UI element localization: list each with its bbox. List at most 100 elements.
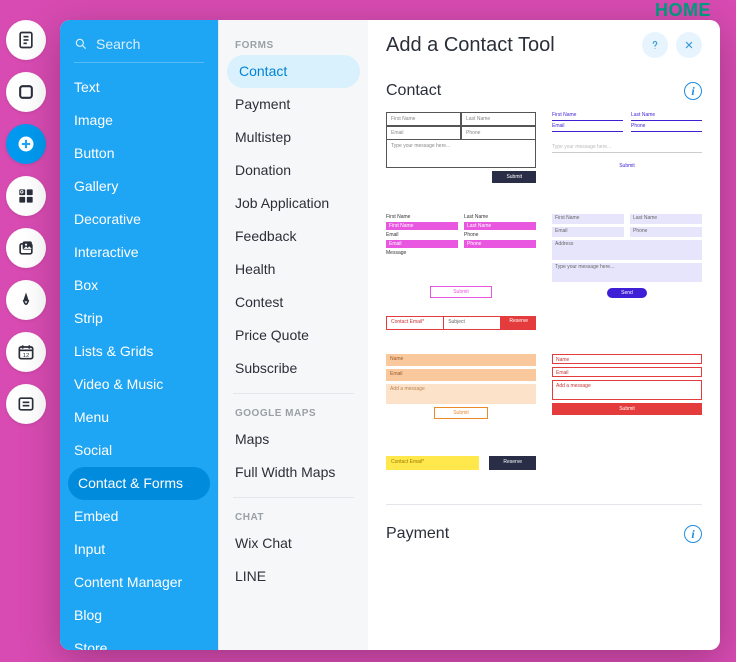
tpl-input: Name: [386, 354, 536, 366]
nav-home-link[interactable]: HOME: [655, 0, 711, 21]
contact-templates-grid: First Name Last Name Email Phone Type your…: [386, 112, 702, 476]
category-item[interactable]: Lists & Grids: [60, 335, 218, 368]
contact-template-5[interactable]: Contact Email* Subject Reserve: [386, 316, 536, 336]
contact-template-8[interactable]: Contact Email* Reserve: [386, 456, 536, 476]
category-item[interactable]: Decorative: [60, 203, 218, 236]
subcategory-item[interactable]: Contact: [227, 55, 360, 88]
tpl-input: Contact Email*: [386, 456, 479, 470]
tpl-field-label: First Name: [386, 214, 458, 220]
category-item[interactable]: Strip: [60, 302, 218, 335]
tpl-submit: Submit: [552, 163, 702, 169]
category-item[interactable]: Interactive: [60, 236, 218, 269]
rail-bookings-icon[interactable]: 12: [6, 332, 46, 372]
rail-add-icon[interactable]: [6, 124, 46, 164]
help-button[interactable]: [642, 32, 668, 58]
subcategory-item[interactable]: LINE: [219, 560, 368, 593]
tpl-field-label: First Name: [386, 112, 461, 126]
main-header: Add a Contact Tool: [386, 32, 702, 58]
tpl-submit: Submit: [552, 403, 702, 415]
rail-background-icon[interactable]: [6, 72, 46, 112]
search-icon: [74, 37, 88, 51]
tpl-field-label: Email: [552, 123, 623, 132]
spacer: [552, 456, 702, 476]
spacer: [552, 316, 702, 336]
divider: [74, 62, 204, 63]
contact-template-7[interactable]: Name Email Add a message Submit: [552, 354, 702, 438]
subcategory-item[interactable]: Maps: [219, 423, 368, 456]
tpl-submit: Submit: [434, 407, 488, 419]
tpl-submit: Submit: [492, 171, 536, 183]
tpl-field-label: First Name: [552, 112, 623, 121]
subcategory-item[interactable]: Health: [219, 253, 368, 286]
tpl-field-label: Message: [386, 250, 536, 280]
tpl-submit: Send: [607, 288, 647, 298]
category-item[interactable]: Embed: [60, 500, 218, 533]
category-item[interactable]: Text: [60, 71, 218, 104]
rail-page-icon[interactable]: [6, 20, 46, 60]
subcategory-item[interactable]: Multistep: [219, 121, 368, 154]
tpl-field-label: Email: [386, 126, 461, 140]
contact-template-6[interactable]: Name Email Add a message Submit: [386, 354, 536, 438]
tpl-field-label: Email: [386, 232, 458, 238]
category-item[interactable]: Image: [60, 104, 218, 137]
contact-template-4[interactable]: First NameLast Name EmailPhone Address T…: [552, 214, 702, 298]
tpl-field-label: Phone: [464, 232, 536, 238]
category-item[interactable]: Gallery: [60, 170, 218, 203]
info-button[interactable]: i: [684, 525, 702, 543]
subcategory-item[interactable]: Feedback: [219, 220, 368, 253]
contact-template-2[interactable]: First NameLast Name EmailPhone Type your…: [552, 112, 702, 196]
subcategory-item[interactable]: Subscribe: [219, 352, 368, 385]
tpl-submit: Submit: [430, 286, 492, 298]
subcategory-item[interactable]: Wix Chat: [219, 527, 368, 560]
divider: [233, 393, 354, 394]
subcategory-item[interactable]: Price Quote: [219, 319, 368, 352]
category-item[interactable]: Box: [60, 269, 218, 302]
category-item[interactable]: Button: [60, 137, 218, 170]
main-title: Add a Contact Tool: [386, 34, 555, 57]
divider: [233, 497, 354, 498]
close-button[interactable]: [676, 32, 702, 58]
tpl-submit: Reserve: [489, 456, 536, 470]
contact-template-1[interactable]: First NameLast Name EmailPhone Type your…: [386, 112, 536, 196]
category-item[interactable]: Menu: [60, 401, 218, 434]
category-item[interactable]: Store: [60, 632, 218, 650]
tpl-input: Address: [552, 240, 702, 260]
tpl-input: Last Name: [630, 214, 702, 224]
contact-template-3[interactable]: First NameLast Name First NameLast Name …: [386, 214, 536, 298]
subcategory-heading: GOOGLE MAPS: [219, 402, 368, 423]
tpl-input: Last Name: [464, 222, 536, 230]
category-item[interactable]: Video & Music: [60, 368, 218, 401]
subcategory-column: FORMSContactPaymentMultistepDonationJob …: [218, 20, 368, 650]
category-item[interactable]: Content Manager: [60, 566, 218, 599]
tpl-input: First Name: [552, 214, 624, 224]
rail-media-icon[interactable]: [6, 228, 46, 268]
rail-theme-icon[interactable]: [6, 280, 46, 320]
search-input[interactable]: [96, 36, 204, 52]
category-item[interactable]: Input: [60, 533, 218, 566]
subcategory-item[interactable]: Full Width Maps: [219, 456, 368, 489]
svg-text:12: 12: [23, 353, 29, 359]
tpl-input: Email: [386, 240, 458, 248]
tpl-input: Phone: [630, 227, 702, 237]
tpl-field-label: Type your message here...: [386, 140, 536, 168]
tpl-input: Email: [552, 367, 702, 377]
editor-left-rail: 12: [0, 0, 52, 662]
tpl-field-label: Phone: [631, 123, 702, 132]
rail-apps-icon[interactable]: [6, 176, 46, 216]
section-divider: [386, 504, 702, 505]
section-contact-title: Contact: [386, 82, 441, 100]
category-item[interactable]: Blog: [60, 599, 218, 632]
subcategory-heading: CHAT: [219, 506, 368, 527]
tpl-field-label: Last Name: [464, 214, 536, 220]
category-item[interactable]: Contact & Forms: [68, 467, 210, 500]
tpl-submit: Reserve: [501, 316, 536, 330]
category-item[interactable]: Social: [60, 434, 218, 467]
info-button[interactable]: i: [684, 82, 702, 100]
subcategory-item[interactable]: Payment: [219, 88, 368, 121]
subcategory-item[interactable]: Contest: [219, 286, 368, 319]
tpl-input: First Name: [386, 222, 458, 230]
subcategory-item[interactable]: Donation: [219, 154, 368, 187]
rail-content-icon[interactable]: [6, 384, 46, 424]
tpl-input: Email: [386, 369, 536, 381]
subcategory-item[interactable]: Job Application: [219, 187, 368, 220]
